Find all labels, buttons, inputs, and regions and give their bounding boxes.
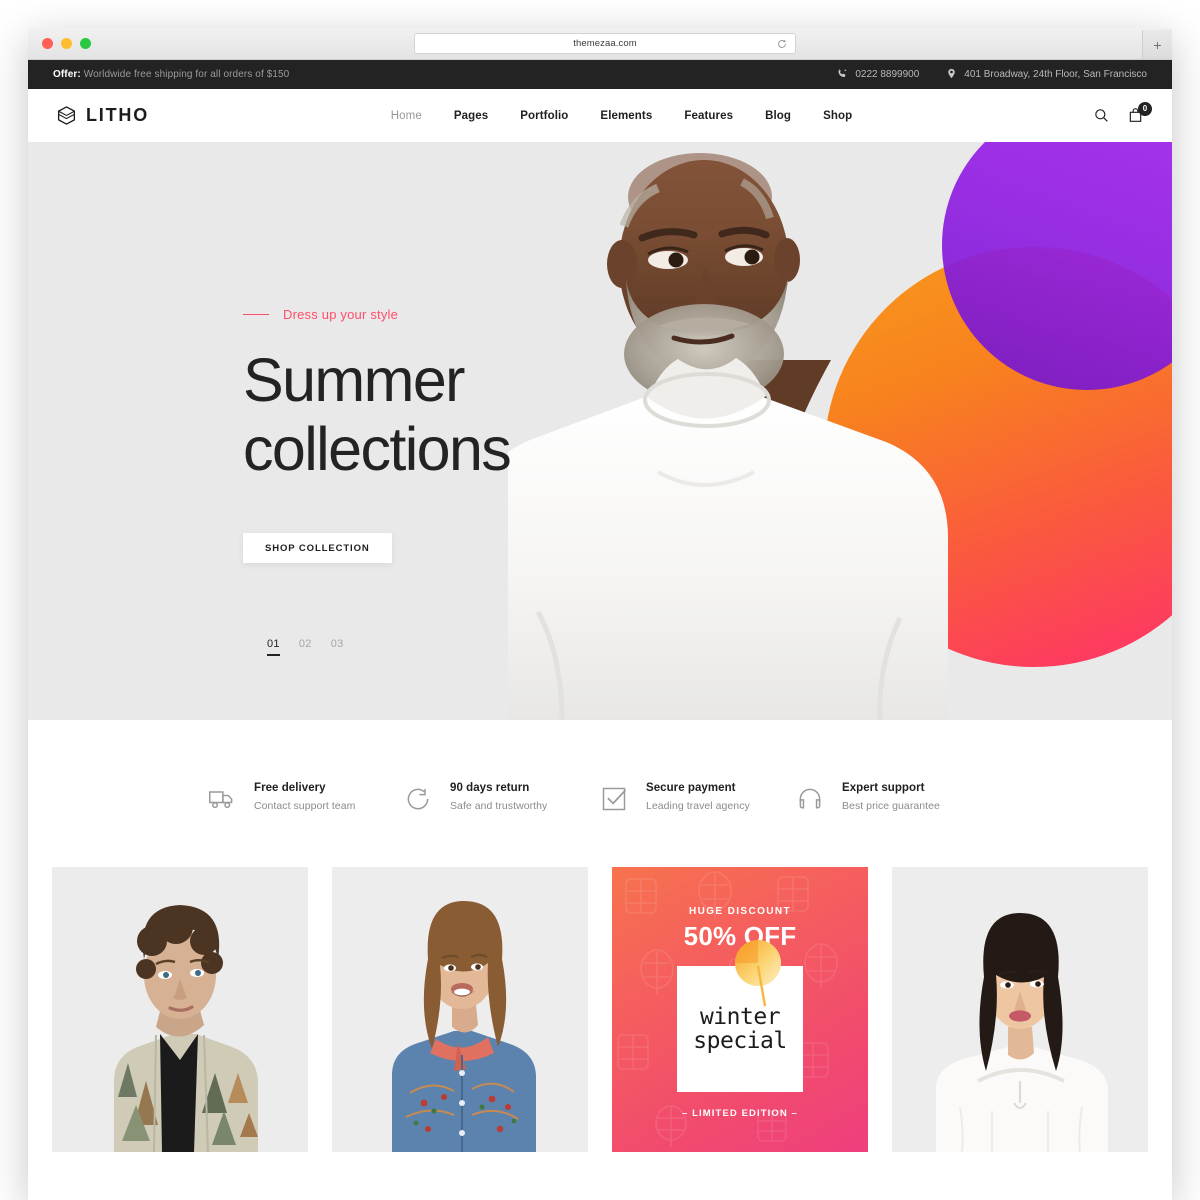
site-header: LITHO Home Pages Portfolio Elements Feat…: [28, 89, 1172, 142]
nav-item-shop[interactable]: Shop: [807, 110, 868, 122]
shop-collection-button[interactable]: SHOP COLLECTION: [243, 533, 392, 563]
feature-text-group: Secure payment Leading travel agency: [646, 782, 750, 812]
feature-subtitle: Best price guarantee: [842, 800, 940, 812]
offer-label: Offer:: [53, 69, 81, 80]
feature-title: Expert support: [842, 782, 925, 794]
feature-subtitle: Safe and trustworthy: [450, 800, 548, 812]
address-bar[interactable]: themezaa.com: [414, 33, 796, 54]
slide-indicator-03[interactable]: 03: [331, 638, 344, 656]
map-pin-icon: [946, 68, 957, 82]
hero-title-line-1: Summer: [243, 346, 465, 414]
feature-secure-payment: Secure payment Leading travel agency: [600, 782, 796, 813]
feature-subtitle: Contact support team: [254, 800, 356, 812]
nav-item-features[interactable]: Features: [668, 110, 749, 122]
promo-content: HUGE DISCOUNT 50% OFF winter special – L…: [612, 867, 868, 1152]
topbar-contact-group: 0222 8899900 401 Broadway, 24th Floor, S…: [837, 68, 1147, 82]
truck-icon: [208, 785, 236, 813]
features-strip: Free delivery Contact support team 90 da…: [28, 720, 1172, 867]
minimize-window-button[interactable]: [61, 38, 72, 49]
hero-title: Summer collections: [243, 350, 512, 483]
promo-white-panel: winter special: [677, 940, 803, 1092]
browser-window: themezaa.com + Offer: Worldwide free shi…: [28, 28, 1172, 1200]
product-card-kids[interactable]: [332, 867, 588, 1152]
top-offer-bar: Offer: Worldwide free shipping for all o…: [28, 60, 1172, 89]
logo-wordmark: LITHO: [86, 105, 149, 125]
new-tab-button[interactable]: +: [1142, 30, 1172, 59]
browser-chrome: themezaa.com +: [28, 28, 1172, 60]
product-grid: HUGE DISCOUNT 50% OFF winter special – L…: [28, 867, 1172, 1152]
nav-item-home[interactable]: Home: [375, 110, 438, 122]
offer-message: Offer: Worldwide free shipping for all o…: [53, 69, 289, 80]
headphone-icon: [796, 785, 824, 813]
shopping-bag-icon[interactable]: 0: [1128, 101, 1152, 124]
hero-section: Dress up your style Summer collections S…: [28, 142, 1172, 720]
feature-title: 90 days return: [450, 782, 530, 794]
product-card-mens[interactable]: [52, 867, 308, 1152]
phone-number: 0222 8899900: [855, 69, 920, 80]
refresh-icon: [404, 785, 432, 813]
hero-title-line-2: collections: [243, 415, 512, 483]
reload-icon[interactable]: [777, 39, 787, 49]
feature-text-group: Expert support Best price guarantee: [842, 782, 940, 812]
feature-text-group: 90 days return Safe and trustworthy: [450, 782, 547, 812]
promo-word-line-2: special: [693, 1027, 787, 1054]
topbar-phone[interactable]: 0222 8899900: [837, 68, 919, 82]
close-window-button[interactable]: [42, 38, 53, 49]
maximize-window-button[interactable]: [80, 38, 91, 49]
feature-90-days-return: 90 days return Safe and trustworthy: [404, 782, 600, 813]
feature-free-delivery: Free delivery Contact support team: [208, 782, 404, 813]
feature-subtitle: Leading travel agency: [646, 800, 750, 812]
promo-huge-discount-label: HUGE DISCOUNT: [688, 906, 792, 917]
product-card-womens[interactable]: [892, 867, 1148, 1152]
hero-content: Dress up your style Summer collections S…: [243, 307, 512, 563]
cube-logo-icon: [56, 105, 77, 126]
slide-indicator-02[interactable]: 02: [299, 638, 312, 656]
search-icon[interactable]: [1094, 108, 1110, 124]
window-controls: [42, 38, 91, 49]
check-box-icon: [600, 785, 628, 813]
hero-slider-pagination: 01 02 03: [267, 638, 344, 656]
hero-model-photo: [508, 142, 1138, 720]
feature-expert-support: Expert support Best price guarantee: [796, 782, 992, 813]
nav-item-portfolio[interactable]: Portfolio: [504, 110, 584, 122]
offer-body: Worldwide free shipping for all orders o…: [80, 69, 290, 80]
feature-title: Free delivery: [254, 782, 326, 794]
feature-text-group: Free delivery Contact support team: [254, 782, 355, 812]
lollipop-icon: [731, 938, 785, 1015]
nav-item-pages[interactable]: Pages: [438, 110, 504, 122]
promo-limited-edition-label: – LIMITED EDITION –: [682, 1108, 798, 1119]
eyebrow-dash: [243, 313, 269, 316]
url-text: themezaa.com: [573, 38, 637, 49]
cart-count-badge: 0: [1138, 101, 1152, 116]
main-navigation: Home Pages Portfolio Elements Features B…: [375, 110, 868, 122]
nav-item-elements[interactable]: Elements: [584, 110, 668, 122]
page-viewport: Offer: Worldwide free shipping for all o…: [28, 60, 1172, 1200]
hero-eyebrow: Dress up your style: [243, 307, 510, 322]
hero-eyebrow-text: Dress up your style: [283, 307, 399, 322]
phone-icon: [837, 68, 848, 82]
address-text: 401 Broadway, 24th Floor, San Francisco: [964, 69, 1147, 80]
header-action-icons: 0: [1094, 101, 1152, 124]
nav-item-blog[interactable]: Blog: [749, 110, 807, 122]
feature-title: Secure payment: [646, 782, 736, 794]
slide-indicator-01[interactable]: 01: [267, 638, 280, 656]
site-logo[interactable]: LITHO: [56, 105, 149, 126]
promo-card-winter-special[interactable]: HUGE DISCOUNT 50% OFF winter special – L…: [612, 867, 868, 1152]
topbar-address[interactable]: 401 Broadway, 24th Floor, San Francisco: [946, 68, 1147, 82]
